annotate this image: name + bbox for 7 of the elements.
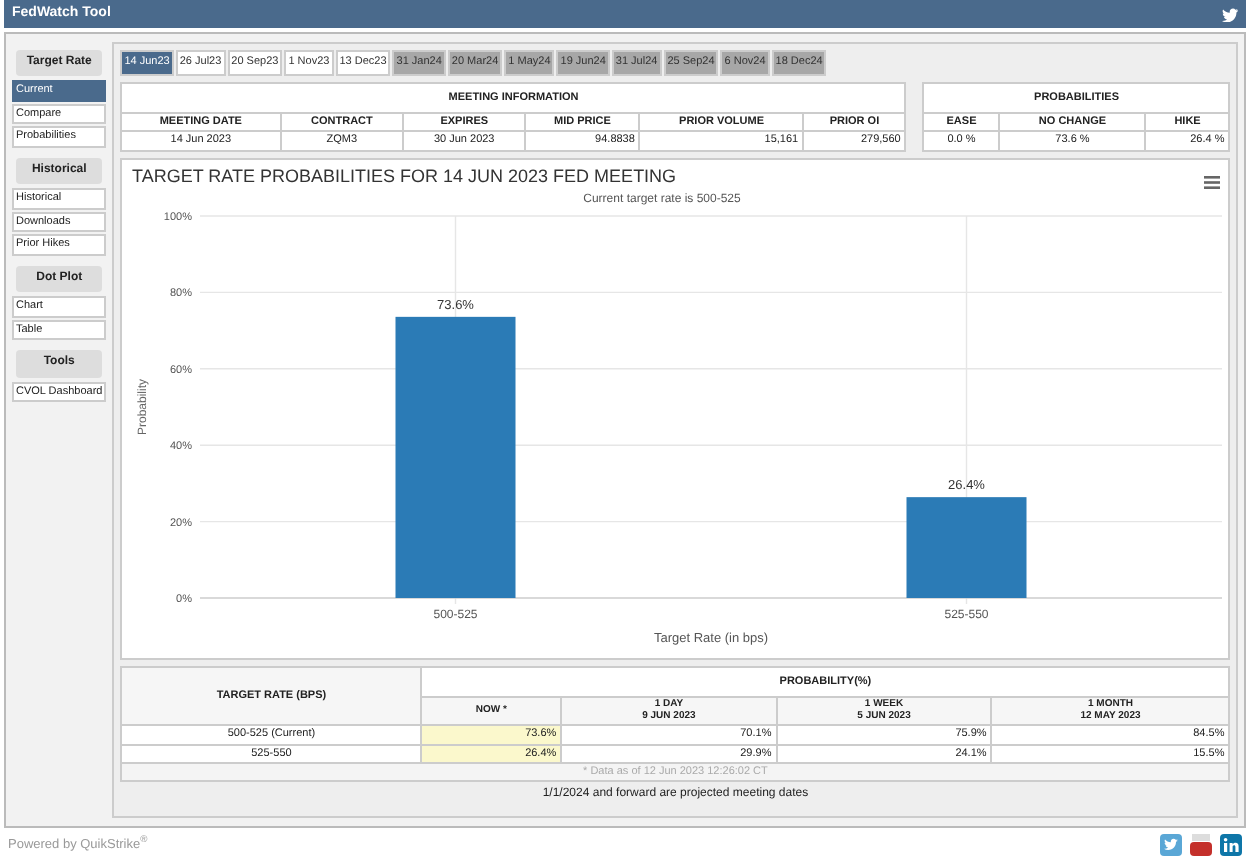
tv-icon[interactable] — [1190, 834, 1212, 856]
bar — [906, 496, 1027, 598]
bird-icon[interactable] — [1222, 7, 1238, 21]
menu-icon[interactable] — [1204, 175, 1221, 189]
bird-icon[interactable] — [1160, 834, 1182, 856]
linkedin-icon[interactable] — [1220, 834, 1242, 856]
chart-title: TARGET RATE PROBABILITIES FOR 14 JUN 2023 FED MEETING — [132, 165, 677, 186]
